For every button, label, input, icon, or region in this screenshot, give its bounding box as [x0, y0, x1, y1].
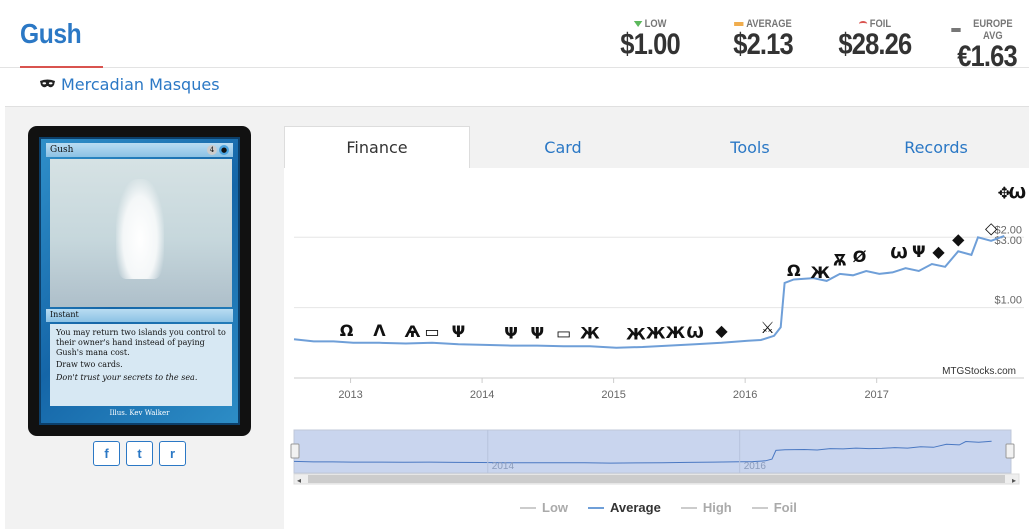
- card-flavor-text: Don't trust your secrets to the sea.: [56, 373, 198, 382]
- navigator-scroll-thumb[interactable]: [308, 475, 1005, 483]
- set-release-marker: Ж: [580, 324, 600, 343]
- reddit-share-button[interactable]: r: [159, 441, 186, 466]
- card-type-line: Instant: [46, 309, 233, 322]
- price-chart-area: $1.00 $2.00 $3.00 2013 2014 2015 2016 2017 Ω Λ Ѧ ▭ Ψ…: [284, 168, 1029, 529]
- x-tick-label: 2016: [733, 389, 757, 401]
- price-average-value: $2.13: [733, 28, 793, 61]
- price-low-value: $1.00: [620, 28, 680, 61]
- card-image-title: Gush: [50, 145, 74, 155]
- scroll-left-arrow-icon[interactable]: ◂: [297, 476, 301, 485]
- europe-bar-icon: [951, 28, 961, 32]
- card-rules-text: You may return two islands you control t…: [56, 328, 226, 357]
- down-triangle-icon: [633, 21, 643, 27]
- set-line[interactable]: Mercadian Masques: [40, 75, 220, 94]
- set-release-marker: Ѡ: [686, 323, 703, 342]
- twitter-icon: t: [137, 446, 142, 461]
- legend-high[interactable]: High: [680, 500, 732, 515]
- tab-finance[interactable]: Finance: [284, 126, 470, 168]
- card-art: [50, 159, 232, 307]
- set-release-marker: Ψ: [912, 242, 926, 261]
- tab-card[interactable]: Card: [470, 126, 656, 168]
- foil-arc-icon: [858, 21, 868, 27]
- navigator-label: 2014: [492, 461, 515, 472]
- set-release-marker: Ψ: [452, 322, 466, 341]
- facebook-share-button[interactable]: f: [93, 441, 120, 466]
- reddit-icon: r: [169, 446, 176, 461]
- x-tick-label: 2013: [338, 389, 362, 401]
- legend-high-label: High: [702, 500, 732, 515]
- set-release-marker: Λ: [373, 321, 386, 340]
- legend-average-label: Average: [610, 500, 661, 515]
- price-foil: FOIL $28.26: [832, 18, 918, 62]
- price-europe-value: €1.63: [957, 40, 1017, 73]
- set-release-marker: Ѡ: [1009, 184, 1026, 203]
- card-draw-text: Draw two cards.: [56, 360, 123, 369]
- mana-blue-icon: ●: [219, 145, 229, 155]
- x-tick-label: 2017: [864, 389, 888, 401]
- legend-average[interactable]: Average: [588, 500, 661, 515]
- chart-legend: Low Average High Foil: [520, 500, 797, 515]
- set-name-link[interactable]: Mercadian Masques: [61, 75, 220, 94]
- price-europe-label: EUROPE AVG: [973, 18, 1013, 42]
- x-tick-label: 2015: [601, 389, 625, 401]
- set-release-marker: Ж: [626, 324, 646, 343]
- mask-icon: [40, 79, 55, 88]
- set-release-marker: Ж: [666, 323, 686, 342]
- set-release-marker: Ѫ: [833, 250, 847, 269]
- legend-foil-label: Foil: [773, 500, 797, 515]
- mana-cost: 4 ●: [207, 145, 229, 155]
- price-europe: EUROPE AVG €1.63: [945, 18, 1029, 74]
- tab-records[interactable]: Records: [843, 126, 1029, 168]
- card-name-underline: [20, 66, 103, 68]
- tab-bar: Finance Card Tools Records: [284, 126, 1029, 168]
- navigator-label: 2016: [744, 461, 767, 472]
- x-tick-label: 2014: [470, 389, 494, 401]
- set-release-marker: Ψ: [504, 324, 518, 343]
- card-name: Gush: [20, 18, 82, 49]
- scroll-right-arrow-icon[interactable]: ▸: [1012, 476, 1016, 485]
- y-tick-label: $3.00: [994, 235, 1022, 247]
- mana-generic: 4: [207, 145, 217, 155]
- navigator-handle[interactable]: [1005, 443, 1015, 459]
- chart-watermark: MTGStocks.com: [942, 366, 1016, 377]
- navigator-range: [293, 429, 1012, 474]
- navigator-handle[interactable]: [290, 443, 300, 459]
- card-text-box: You may return two islands you control t…: [50, 324, 232, 406]
- set-release-marker: Ж: [810, 263, 830, 282]
- tab-tools[interactable]: Tools: [657, 126, 843, 168]
- set-release-marker: ◆: [952, 229, 965, 248]
- set-release-marker: ◆: [715, 321, 728, 340]
- set-release-marker: Ø: [853, 247, 867, 266]
- twitter-share-button[interactable]: t: [126, 441, 153, 466]
- y-tick-label: $1.00: [994, 295, 1022, 307]
- price-chart[interactable]: $1.00$2.00$3.002013 2014 2015 2016 2017Ω Λ Ѧ ▭ Ψ…: [284, 168, 1029, 498]
- set-release-marker: ◇: [985, 219, 998, 238]
- set-release-marker: Ѡ: [890, 243, 907, 262]
- set-release-marker: Ψ: [531, 324, 545, 343]
- set-release-marker: Ѧ: [404, 322, 420, 341]
- card-image: Gush 4 ● Instant You may return two isla…: [28, 126, 251, 436]
- price-foil-value: $28.26: [838, 28, 912, 61]
- legend-low-label: Low: [542, 500, 568, 515]
- set-release-marker: ▭: [556, 324, 571, 343]
- set-release-marker: ▭: [425, 322, 440, 341]
- set-release-marker: Ж: [646, 324, 666, 343]
- facebook-icon: f: [104, 446, 109, 461]
- set-release-marker: ⚔: [760, 318, 774, 337]
- card-illustrator: Illus. Kev Walker: [109, 409, 170, 417]
- geyser-art: [116, 179, 164, 279]
- legend-foil[interactable]: Foil: [751, 500, 797, 515]
- header: Gush LOW $1.00 AVERAGE $2.13 FOIL $28.26…: [0, 0, 1029, 73]
- price-low: LOW $1.00: [615, 18, 685, 62]
- average-bar-icon: [734, 22, 744, 26]
- price-average: AVERAGE $2.13: [728, 18, 798, 62]
- set-release-marker: Ω: [787, 261, 801, 280]
- legend-low[interactable]: Low: [520, 500, 568, 515]
- set-release-marker: Ω: [340, 321, 354, 340]
- set-release-marker: ◆: [932, 242, 945, 261]
